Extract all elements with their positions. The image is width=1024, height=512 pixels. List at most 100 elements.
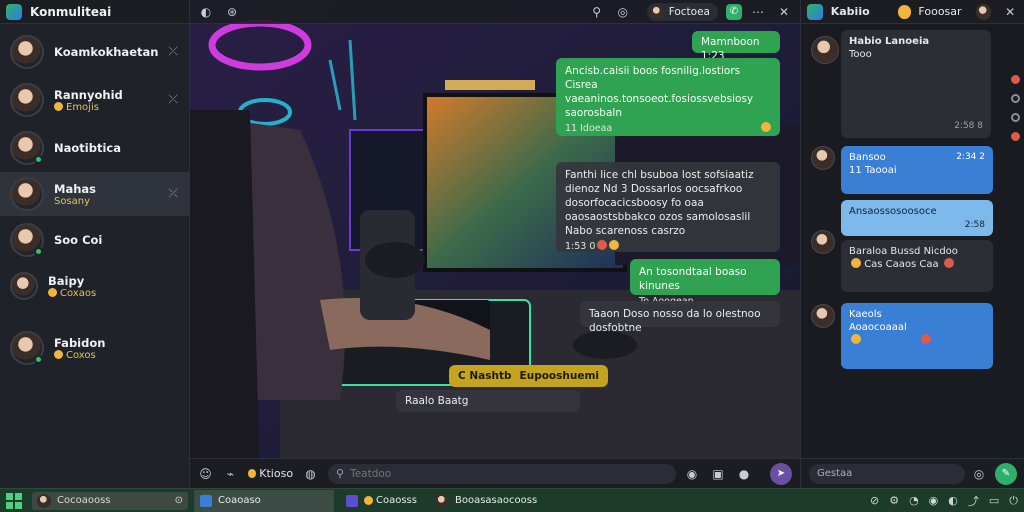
panel-message-input[interactable]: Gestaa bbox=[809, 463, 965, 484]
online-dot-icon bbox=[34, 355, 43, 364]
message-text: Ancisb.caisii boos fosnilig.lostiors Cis… bbox=[565, 65, 754, 119]
taskbar-app[interactable]: Booasasaocooss bbox=[429, 490, 543, 512]
contact-item[interactable]: Soo Coi bbox=[0, 218, 190, 262]
avatar bbox=[10, 131, 44, 165]
image-icon[interactable]: ▣ bbox=[710, 466, 726, 482]
message-bubble[interactable]: An tosondtaal boaso kinunes To Aoogean bbox=[630, 259, 780, 307]
os-taskbar: Cocoaooss ⊙ Coaoaso Coaosss Booasasaocoo… bbox=[0, 488, 1024, 512]
avatar bbox=[10, 331, 44, 365]
card-title: Kaeols bbox=[849, 309, 882, 320]
message-text: Raalo Baatg bbox=[405, 395, 469, 407]
share-icon[interactable]: ⤴ bbox=[968, 493, 979, 509]
message-meta: 11 Idoeaa bbox=[565, 122, 771, 136]
card-body: 11 Taooai bbox=[849, 165, 897, 176]
contact-item[interactable]: Rannyohid Emojis ⤫ bbox=[0, 78, 190, 122]
video-call-icon[interactable]: ⊛ bbox=[224, 4, 240, 20]
message-card[interactable]: Ansaossosoosoce 2:58 bbox=[841, 200, 993, 236]
sticker-icon[interactable] bbox=[247, 469, 257, 478]
message-bubble[interactable]: Ancisb.caisii boos fosnilig.lostiors Cis… bbox=[556, 58, 780, 136]
message-time: 1:53 0 bbox=[565, 241, 596, 252]
pin-icon[interactable]: ⤫ bbox=[168, 186, 178, 201]
contact-chip[interactable]: Foctoea bbox=[646, 2, 718, 21]
settings-icon[interactable]: ⚙ bbox=[889, 494, 899, 507]
message-text: Fanthi lice chl bsuboa lost sofsiaatiz d… bbox=[565, 169, 754, 237]
message-card[interactable]: Bansoo 11 Taooai 2:34 2 bbox=[841, 146, 993, 194]
notification-icon[interactable]: ◉ bbox=[929, 494, 939, 507]
pin-icon[interactable]: ⤫ bbox=[168, 44, 178, 59]
reaction-icon bbox=[851, 258, 861, 268]
message-bubble[interactable]: Fanthi lice chl bsuboa lost sofsiaatiz d… bbox=[556, 162, 780, 252]
back-icon[interactable]: ◐ bbox=[198, 4, 214, 20]
message-card[interactable]: Habio Lanoeia Tooo 2:58 8 bbox=[841, 30, 991, 138]
call-icon[interactable]: ✆ bbox=[726, 3, 742, 20]
close-icon[interactable]: ✕ bbox=[776, 4, 792, 20]
contact-name: Koamkokhaetan bbox=[54, 45, 159, 59]
notification-icon[interactable] bbox=[1010, 75, 1020, 84]
status-emoji-icon bbox=[897, 4, 912, 19]
emoji-icon[interactable]: ☺ bbox=[198, 466, 213, 482]
battery-icon[interactable]: ▭ bbox=[989, 494, 999, 507]
search-icon: ⚲ bbox=[336, 467, 345, 480]
avatar bbox=[811, 146, 835, 170]
gif-icon[interactable]: ◍ bbox=[303, 466, 318, 482]
message-time: 11 Idoeaa bbox=[565, 123, 613, 134]
message-card[interactable]: Baraloa Bussd Nicdoo Cas Caaos Caa bbox=[841, 240, 993, 292]
chat-area: ◐ ⊛ ⚲ ◎ Foctoea ✆ ⋯ ✕ Mamnboon 1:23 Anci… bbox=[190, 0, 800, 488]
message-bubble[interactable]: Mamnboon 1:23 bbox=[692, 31, 780, 62]
avatar bbox=[10, 223, 44, 257]
start-button[interactable] bbox=[6, 492, 22, 509]
camera-icon[interactable]: ◉ bbox=[684, 466, 700, 482]
emoji-icon bbox=[48, 287, 57, 297]
contact-name: Soo Coi bbox=[54, 233, 103, 247]
contact-item[interactable]: Baipy Coxaos bbox=[0, 264, 190, 308]
more-icon[interactable]: ⋯ bbox=[750, 4, 766, 20]
message-bubble[interactable]: C Nashtb Eupooshuemi bbox=[449, 365, 608, 387]
taskbar-app-label: Booasasaocooss bbox=[454, 495, 538, 506]
avatar bbox=[811, 230, 835, 254]
emoji-icon bbox=[54, 349, 63, 359]
taskbar-app[interactable]: Coaoaso bbox=[194, 489, 334, 512]
taskbar-app[interactable]: Coaosss bbox=[340, 490, 423, 512]
close-icon[interactable]: ✕ bbox=[1002, 4, 1018, 20]
taskbar-app-label: Coaosss bbox=[376, 495, 417, 506]
avatar[interactable] bbox=[975, 3, 992, 20]
avatar bbox=[10, 83, 44, 117]
wifi-icon[interactable]: ◔ bbox=[909, 494, 919, 507]
power-icon[interactable]: ⏻ bbox=[1009, 494, 1018, 508]
alert-icon[interactable] bbox=[1010, 132, 1020, 141]
send-button[interactable]: ➤ bbox=[770, 462, 792, 485]
attach-icon[interactable]: ◎ bbox=[971, 466, 987, 482]
taskbar-search[interactable]: Cocoaooss ⊙ bbox=[32, 491, 188, 510]
contact-item[interactable]: Fabidon Coxos bbox=[0, 326, 190, 370]
message-input-wrapper: ⚲ bbox=[328, 463, 676, 484]
message-text: An tosondtaal boaso kinunes bbox=[639, 266, 747, 292]
reaction-icon bbox=[761, 122, 771, 132]
avatar bbox=[10, 177, 44, 211]
info-icon[interactable] bbox=[1010, 113, 1020, 122]
contact-status: Sosany bbox=[54, 195, 91, 207]
contact-item[interactable]: Koamkokhaetan ⤫ bbox=[0, 30, 190, 74]
message-meta: 1:53 0 bbox=[565, 240, 771, 254]
contact-item[interactable]: Naotibtica bbox=[0, 126, 190, 170]
message-bubble[interactable]: Raalo Baatg bbox=[396, 390, 580, 412]
panel-header: Kabiio Fooosar ✕ bbox=[801, 0, 1024, 24]
attach-icon[interactable]: ⌁ bbox=[223, 466, 238, 482]
pin-icon[interactable]: ⤫ bbox=[168, 92, 178, 107]
network-icon[interactable]: ⊘ bbox=[870, 494, 879, 507]
volume-icon[interactable]: ◐ bbox=[948, 494, 958, 507]
message-bubble[interactable]: Taaon Doso nosso da lo olestnoo dosfobtn… bbox=[580, 301, 780, 334]
chat-header: ◐ ⊛ ⚲ ◎ Foctoea ✆ ⋯ ✕ bbox=[190, 0, 800, 24]
panel-title: Kabiio bbox=[830, 5, 870, 18]
panel-composer: Gestaa ◎ ✎ bbox=[801, 458, 1024, 488]
system-tray: ⊘ ⚙ ◔ ◉ ◐ ⤴ ▭ ⏻ bbox=[860, 493, 1018, 509]
message-card[interactable]: Kaeols Aoaocoaaal bbox=[841, 303, 993, 369]
card-title: Ansaossosoosoce bbox=[849, 206, 937, 217]
mic-icon[interactable]: ● bbox=[736, 466, 752, 482]
message-input[interactable] bbox=[350, 467, 651, 480]
send-button[interactable]: ✎ bbox=[995, 462, 1017, 485]
filter-icon[interactable] bbox=[1010, 94, 1020, 103]
contact-item-active[interactable]: Mahas Sosany ⤫ bbox=[0, 172, 190, 216]
avatar bbox=[649, 4, 664, 19]
link-icon[interactable]: ⚲ bbox=[589, 4, 605, 20]
settings-icon[interactable]: ◎ bbox=[615, 4, 631, 20]
